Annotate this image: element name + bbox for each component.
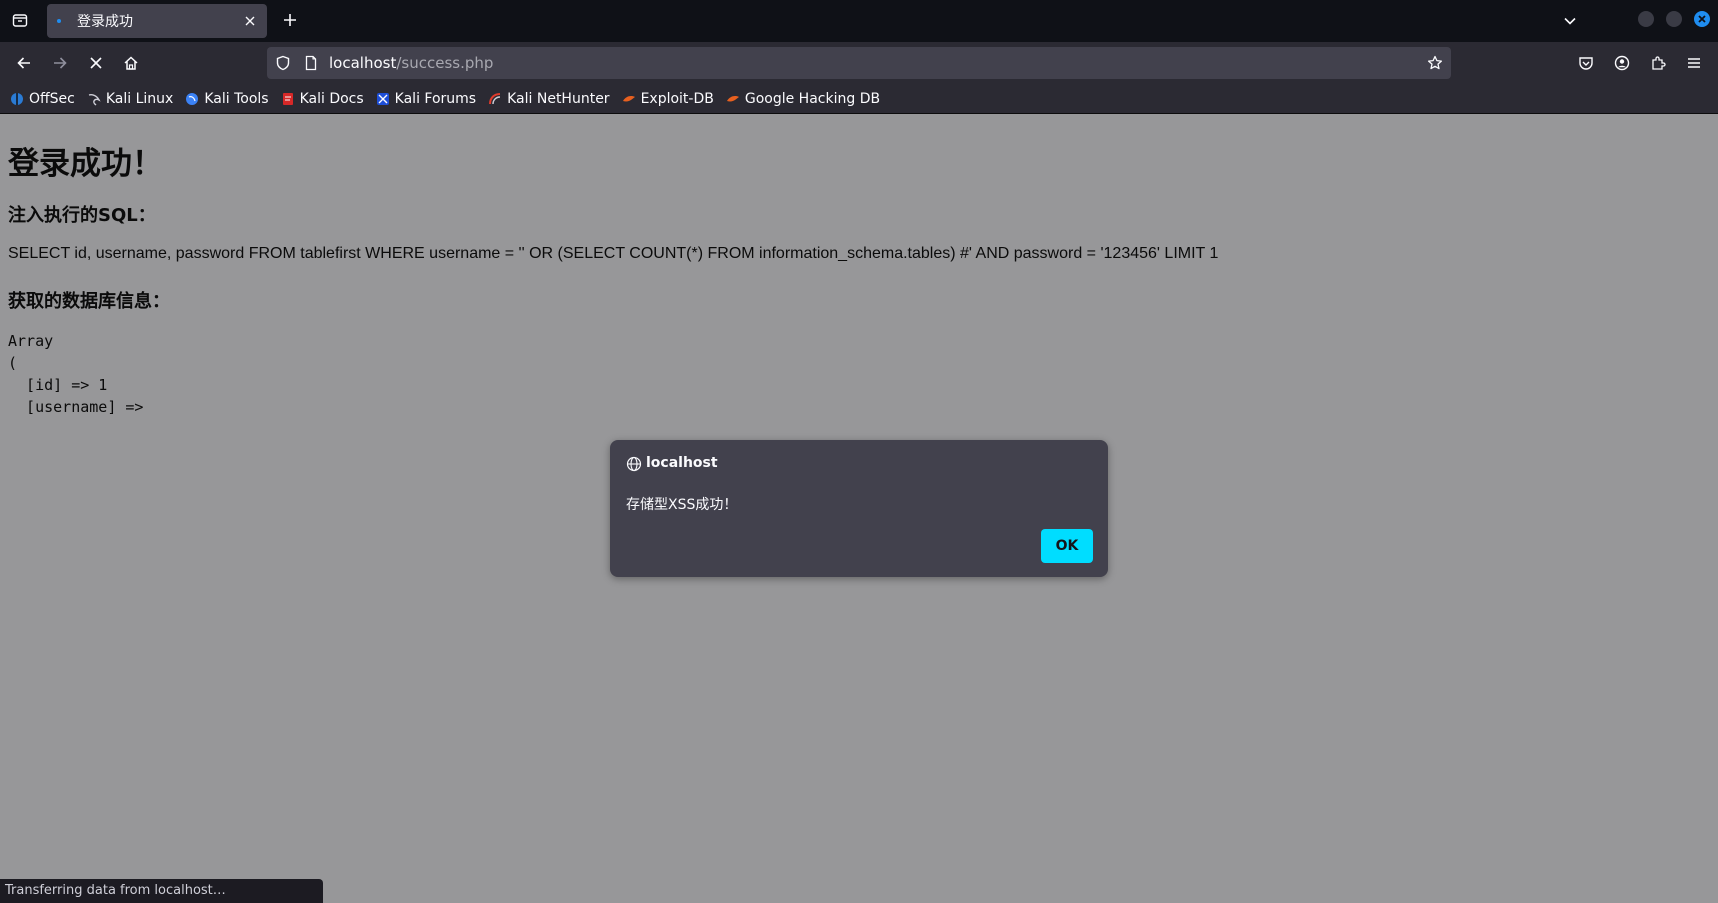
bookmark-kali-linux[interactable]: Kali Linux [87, 91, 173, 107]
db-output: Array ( [id] => 1 [username] => [8, 332, 144, 416]
dialog-origin: localhost [646, 455, 718, 471]
title-bar: 登录成功 [0, 0, 1718, 42]
bookmark-kali-forums[interactable]: Kali Forums [376, 91, 476, 107]
menu-icon[interactable] [1682, 51, 1706, 75]
bookmark-label: Kali NetHunter [507, 90, 610, 107]
globe-icon [626, 456, 642, 472]
shield-icon[interactable] [275, 55, 291, 71]
window-close-button[interactable] [1694, 11, 1710, 27]
loading-dot-icon [57, 19, 61, 23]
bookmark-exploit-db[interactable]: Exploit-DB [622, 91, 714, 107]
bookmark-star-icon[interactable] [1427, 55, 1443, 71]
pocket-icon[interactable] [1574, 51, 1598, 75]
sql-query-text: SELECT id, username, password FROM table… [8, 245, 1219, 262]
kali-dragon-icon [87, 92, 101, 106]
url-path: /success.php [396, 54, 494, 72]
bookmark-label: Kali Docs [299, 90, 364, 107]
alert-dialog: localhost 存储型XSS成功！ OK [610, 440, 1108, 577]
offsec-icon [10, 92, 24, 106]
tab-active[interactable]: 登录成功 [47, 4, 267, 38]
nethunter-icon [488, 92, 502, 106]
url-host: localhost [329, 54, 397, 72]
window-maximize-button[interactable] [1666, 11, 1682, 27]
bookmarks-toolbar: OffSec Kali Linux Kali Tools Kali Docs K… [0, 84, 1718, 114]
ok-button[interactable]: OK [1041, 529, 1093, 563]
extensions-icon[interactable] [1646, 51, 1670, 75]
back-arrow-icon[interactable] [12, 51, 36, 75]
chevron-down-icon[interactable] [1560, 11, 1580, 31]
tab-list-icon[interactable] [8, 8, 32, 32]
home-icon[interactable] [119, 51, 143, 75]
account-icon[interactable] [1610, 51, 1634, 75]
sql-heading: 注入执行的SQL： [8, 205, 156, 226]
tab-title: 登录成功 [77, 14, 133, 30]
page-info-icon[interactable] [303, 55, 319, 71]
window-minimize-button[interactable] [1638, 11, 1654, 27]
new-tab-icon[interactable] [280, 10, 300, 30]
bookmark-label: Kali Tools [204, 90, 269, 107]
status-panel: Transferring data from localhost… [0, 879, 323, 903]
url-text[interactable]: localhost/success.php [329, 54, 493, 72]
bookmark-label: OffSec [29, 90, 75, 107]
navigation-toolbar: localhost/success.php [0, 42, 1718, 84]
exploit-db-icon [622, 92, 636, 106]
bookmark-label: Kali Linux [105, 90, 174, 107]
stop-loading-icon[interactable] [84, 51, 108, 75]
kali-tools-icon [185, 92, 199, 106]
address-bar[interactable]: localhost/success.php [267, 47, 1451, 79]
tab-close-icon[interactable] [243, 14, 257, 28]
bookmark-label: Exploit-DB [640, 90, 714, 107]
bookmark-kali-nethunter[interactable]: Kali NetHunter [488, 90, 610, 107]
bookmark-google-hacking-db[interactable]: Google Hacking DB [726, 91, 880, 107]
bookmark-kali-tools[interactable]: Kali Tools [185, 90, 269, 107]
bookmark-offsec[interactable]: OffSec [10, 91, 75, 107]
db-info-heading: 获取的数据库信息： [8, 291, 170, 312]
forward-arrow-icon[interactable] [48, 51, 72, 75]
ghdb-icon [726, 92, 740, 106]
kali-forums-icon [376, 92, 390, 106]
dialog-message: 存储型XSS成功！ [626, 497, 738, 513]
kali-docs-icon [281, 92, 295, 106]
bookmark-label: Kali Forums [394, 90, 477, 107]
bookmark-kali-docs[interactable]: Kali Docs [281, 91, 364, 107]
bookmark-label: Google Hacking DB [744, 90, 881, 107]
page-title: 登录成功！ [8, 146, 163, 182]
